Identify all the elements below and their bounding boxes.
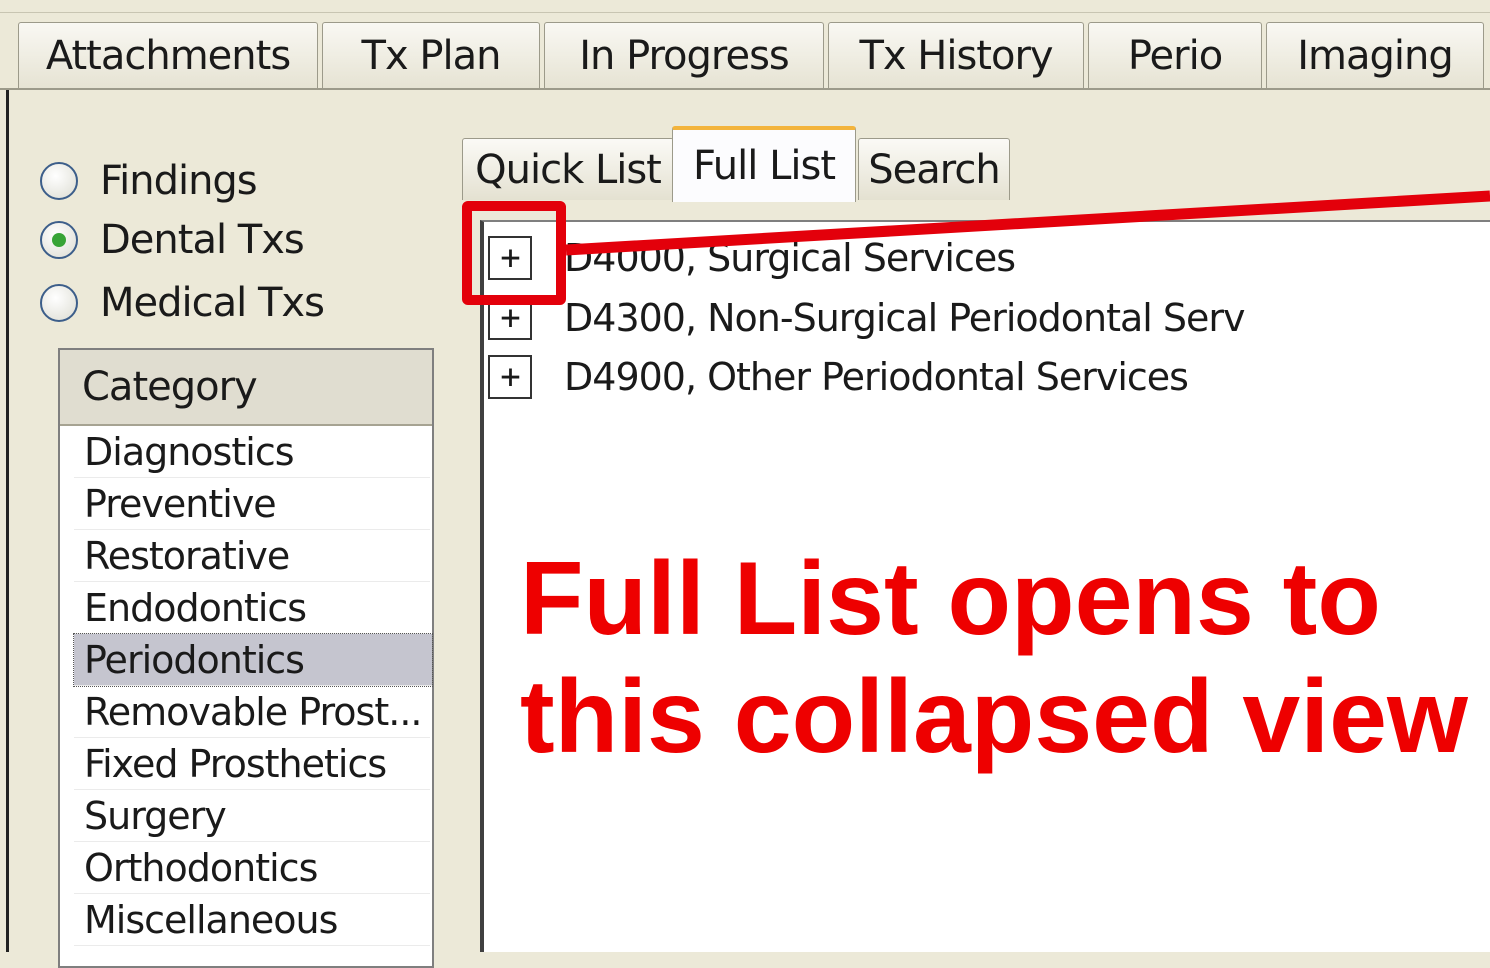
annotation-line-2: this collapsed view xyxy=(520,659,1468,775)
callout-arrow-line xyxy=(565,190,1490,256)
annotation-line-1: Full List opens to xyxy=(520,541,1381,657)
annotation-text: Full List opens to this collapsed view xyxy=(520,540,1480,776)
callout-highlight-box xyxy=(462,201,566,305)
